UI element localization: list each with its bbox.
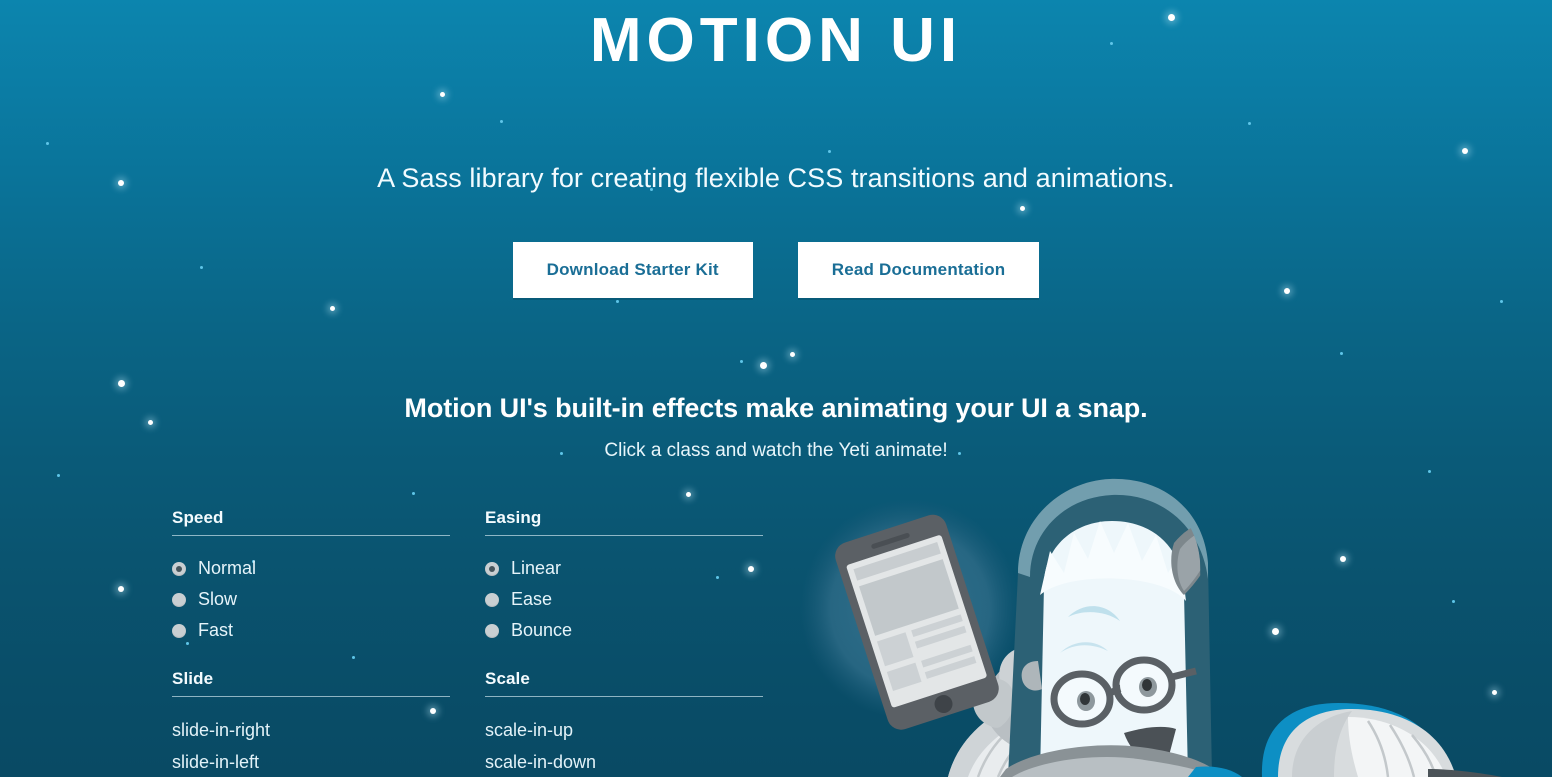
hero-tagline: A Sass library for creating flexible CSS… [377,163,1175,194]
radio-easing-bounce[interactable]: Bounce [485,615,763,646]
read-documentation-button[interactable]: Read Documentation [797,242,1040,299]
page-title: MOTION UI [589,6,963,75]
effects-control-panel: Speed Normal Slow Fast Slide slide-in-ri… [172,508,763,777]
radio-icon[interactable] [485,592,499,607]
column-speed-slide: Speed Normal Slow Fast Slide slide-in-ri… [172,508,450,777]
radio-speed-slow[interactable]: Slow [172,584,450,615]
yeti-astronaut-illustration [792,477,1552,777]
radio-label: Normal [198,558,257,578]
scale-group-title: Scale [485,669,530,688]
easing-divider [485,535,763,536]
radio-icon[interactable] [172,592,186,607]
easing-group-title: Easing [485,508,542,527]
demo-note: Click a class and watch the Yeti animate… [604,440,948,462]
radio-label: Linear [511,558,562,578]
motion-ui-landing-page: MOTION UI A Sass library for creating fl… [0,0,1552,777]
speed-group-title: Speed [172,508,224,527]
radio-icon[interactable] [172,623,186,638]
hero-button-row: Download Starter Kit Read Documentation [0,194,1552,299]
radio-easing-linear[interactable]: Linear [485,553,763,584]
scale-divider [485,696,763,697]
class-scale-in-down[interactable]: scale-in-down [485,746,763,777]
radio-label: Ease [511,589,553,609]
class-slide-in-left[interactable]: slide-in-left [172,746,450,777]
radio-label: Slow [198,589,238,609]
radio-icon[interactable] [172,561,186,576]
slide-group-title: Slide [172,669,214,688]
radio-icon[interactable] [485,623,499,638]
radio-label: Bounce [511,620,573,640]
radio-easing-ease[interactable]: Ease [485,584,763,615]
download-starter-kit-button[interactable]: Download Starter Kit [512,242,753,299]
demo-heading: Motion UI's built-in effects make animat… [404,393,1148,424]
speed-divider [172,535,450,536]
column-easing-scale: Easing Linear Ease Bounce Scale scale-in… [485,508,763,777]
hero-section: MOTION UI A Sass library for creating fl… [0,0,1552,462]
radio-label: Fast [198,620,234,640]
class-slide-in-right[interactable]: slide-in-right [172,714,450,746]
slide-divider [172,696,450,697]
radio-speed-fast[interactable]: Fast [172,615,450,646]
class-scale-in-up[interactable]: scale-in-up [485,714,763,746]
radio-icon[interactable] [485,561,499,576]
radio-speed-normal[interactable]: Normal [172,553,450,584]
